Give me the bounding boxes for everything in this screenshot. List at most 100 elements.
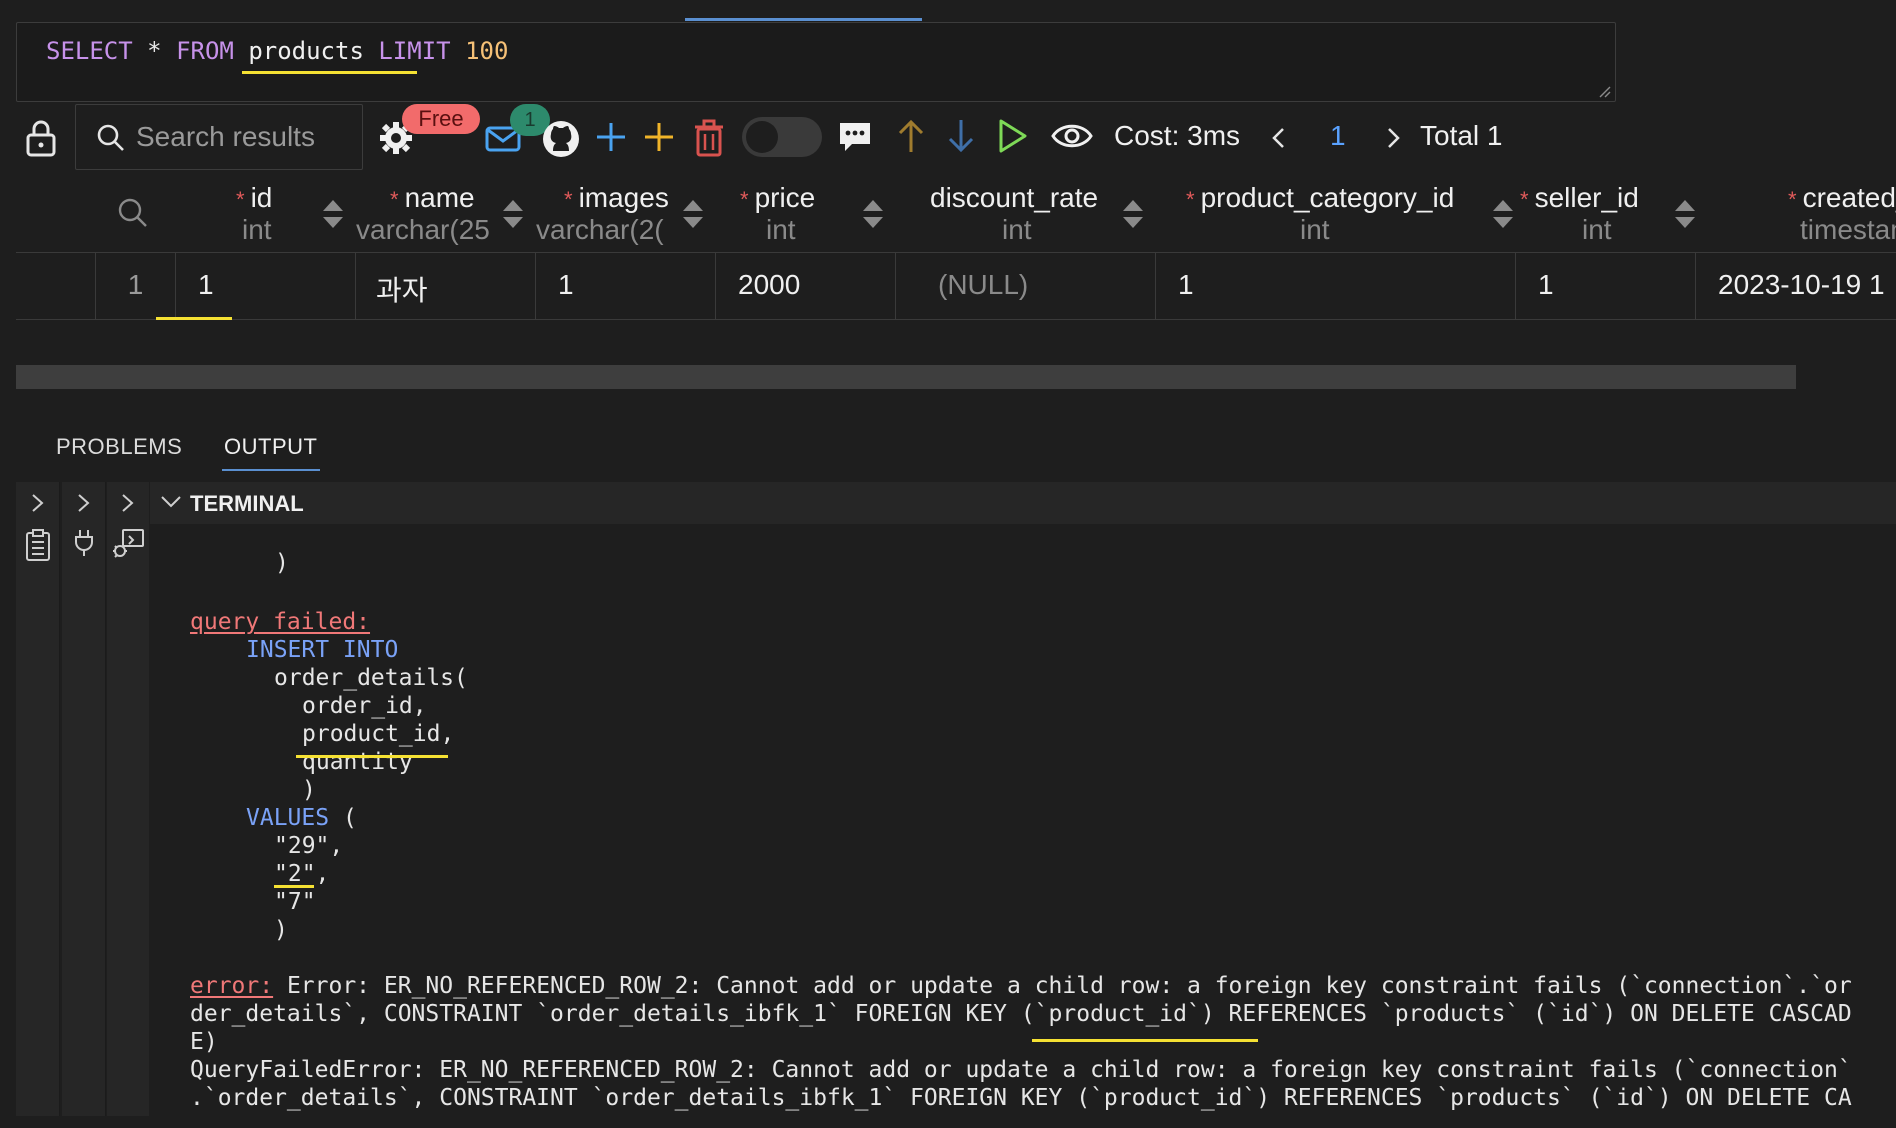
annotation-underline	[242, 71, 417, 74]
editor-tab-strip	[0, 0, 1896, 22]
column-type: int	[1582, 214, 1612, 245]
cell-price[interactable]: 2000	[716, 253, 896, 319]
resize-grip-icon[interactable]	[1599, 86, 1611, 98]
plug-icon[interactable]	[72, 528, 96, 558]
add-icon[interactable]	[640, 118, 678, 156]
clipboard-icon[interactable]	[24, 528, 52, 562]
cell-product-category-id[interactable]: 1	[1156, 253, 1516, 319]
tab-output[interactable]: OUTPUT	[224, 434, 317, 460]
table-row[interactable]: 1 1 과자 1 2000 (NULL) 1 1 2023-10-19 1	[16, 252, 1896, 320]
delete-icon[interactable]	[690, 118, 728, 158]
sort-icon[interactable]	[1122, 198, 1144, 230]
sort-icon[interactable]	[502, 198, 524, 230]
terminal-text: (	[329, 805, 357, 831]
debug-console-icon[interactable]	[111, 528, 145, 560]
horizontal-scrollbar[interactable]	[16, 365, 1796, 389]
terminal-error-line: error: Error: ER_NO_REFERENCED_ROW_2: Ca…	[190, 973, 1852, 999]
terminal-line: product_id,	[302, 721, 455, 747]
sort-icon[interactable]	[1492, 198, 1514, 230]
terminal-line: "2",	[274, 861, 330, 887]
sql-keyword-limit: LIMIT	[378, 37, 451, 65]
cell-images[interactable]: 1	[536, 253, 716, 319]
comment-icon[interactable]	[836, 118, 874, 156]
column-type: int	[242, 214, 272, 245]
column-search-icon[interactable]	[116, 176, 156, 252]
column-type: timestam	[1800, 214, 1896, 245]
add-row-icon[interactable]	[592, 118, 630, 156]
column-header-created[interactable]: *created_ timestam	[1696, 176, 1896, 252]
terminal-output[interactable]: ) query failed: INSERT INTO order_detail…	[150, 524, 1896, 1128]
search-icon	[97, 124, 124, 151]
total-count: Total 1	[1420, 120, 1503, 151]
search-results-box[interactable]	[75, 104, 363, 170]
cell-id[interactable]: 1	[176, 253, 356, 319]
lock-icon[interactable]	[22, 118, 60, 158]
required-marker: *	[1788, 187, 1797, 212]
column-header-images[interactable]: * images varchar(2(	[536, 176, 716, 252]
column-name: id	[250, 182, 273, 213]
terminal-sql-keyword: VALUES	[246, 805, 330, 831]
arrow-down-icon[interactable]	[944, 116, 978, 156]
terminal-error-line: .`order_details`, CONSTRAINT `order_deta…	[190, 1085, 1852, 1111]
column-name: seller_id	[1534, 182, 1639, 213]
column-type: int	[766, 214, 796, 245]
row-number: 1	[96, 253, 176, 319]
github-icon[interactable]	[540, 118, 582, 160]
run-icon[interactable]	[994, 116, 1030, 156]
terminal-line: )	[275, 550, 289, 576]
column-name: discount_rate	[930, 182, 1099, 213]
eye-icon[interactable]	[1050, 118, 1094, 154]
sql-editor[interactable]: SELECT * FROM products LIMIT 100	[16, 22, 1616, 102]
cell-name[interactable]: 과자	[356, 253, 536, 319]
chevron-right-icon[interactable]	[30, 492, 46, 514]
sort-icon[interactable]	[322, 198, 344, 230]
tab-problems[interactable]: PROBLEMS	[56, 434, 182, 460]
column-header-price[interactable]: * price int	[716, 176, 896, 252]
query-cost: Cost: 3ms	[1114, 120, 1241, 151]
column-type: int	[1002, 214, 1032, 245]
chevron-right-icon[interactable]	[1384, 124, 1404, 152]
chevron-down-icon[interactable]	[160, 494, 182, 510]
column-header-seller-id[interactable]: * seller_id int	[1516, 176, 1696, 252]
results-grid: * id int * name varchar(25 * images varchar…	[16, 176, 1896, 322]
terminal-header[interactable]: TERMINAL	[150, 482, 1896, 524]
required-marker: *	[564, 187, 573, 212]
terminal-line: VALUES (	[246, 805, 357, 831]
chevron-right-icon[interactable]	[76, 492, 92, 514]
cell-discount-rate[interactable]: (NULL)	[896, 253, 1156, 319]
sql-line: SELECT * FROM products LIMIT 100	[46, 37, 508, 65]
terminal-line: )	[274, 917, 288, 943]
sort-icon[interactable]	[862, 198, 884, 230]
column-name: name	[404, 182, 475, 213]
sql-star: *	[147, 37, 162, 65]
terminal-error-line: der_details`, CONSTRAINT `order_details_…	[190, 1001, 1852, 1027]
terminal-side-column	[16, 482, 60, 1116]
cell-created[interactable]: 2023-10-19 1	[1696, 253, 1896, 319]
column-header-product-category-id[interactable]: * product_category_id int	[1156, 176, 1516, 252]
sort-icon[interactable]	[682, 198, 704, 230]
sort-icon[interactable]	[1674, 198, 1696, 230]
page-number[interactable]: 1	[1330, 120, 1346, 152]
terminal-line: quantity	[302, 749, 413, 775]
toggle-switch[interactable]	[742, 117, 822, 157]
terminal-line: order_details(	[274, 665, 468, 691]
cell-seller-id[interactable]: 1	[1516, 253, 1696, 319]
column-header-id[interactable]: * id int	[176, 176, 356, 252]
arrow-up-icon[interactable]	[894, 116, 928, 156]
sql-limit-value: 100	[465, 37, 509, 65]
chevron-left-icon[interactable]	[1268, 124, 1288, 152]
annotation-underline	[1032, 1039, 1258, 1042]
free-badge[interactable]: Free	[402, 104, 480, 134]
chevron-right-icon[interactable]	[120, 492, 136, 514]
active-tab-indicator	[222, 469, 320, 471]
search-input[interactable]	[136, 119, 346, 155]
column-header-name[interactable]: * name varchar(25	[356, 176, 536, 252]
query-failed-label: query failed:	[190, 609, 371, 635]
column-type: varchar(25	[356, 214, 490, 245]
column-header-discount-rate[interactable]: discount_rate int	[896, 176, 1156, 252]
row-select-cell[interactable]	[16, 253, 96, 319]
terminal-title: TERMINAL	[190, 491, 304, 516]
required-marker: *	[390, 187, 399, 212]
sql-keyword-from: FROM	[176, 37, 234, 65]
required-marker: *	[236, 187, 245, 212]
